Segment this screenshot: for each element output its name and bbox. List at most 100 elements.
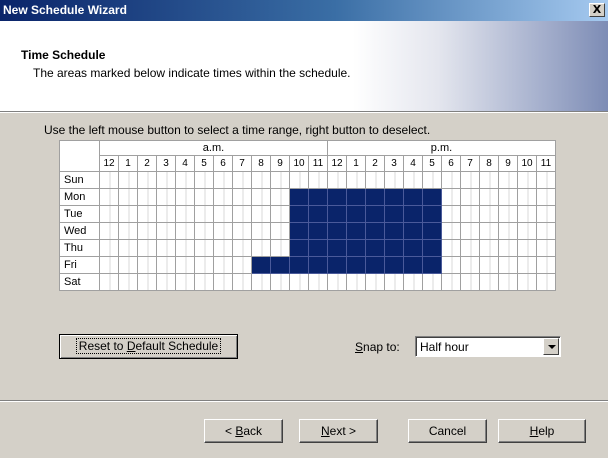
- schedule-cell[interactable]: [118, 256, 138, 274]
- schedule-cell[interactable]: [517, 273, 537, 291]
- schedule-cell[interactable]: [137, 188, 157, 206]
- schedule-cell[interactable]: [308, 256, 328, 274]
- hour-label[interactable]: 7: [232, 155, 252, 172]
- schedule-cell[interactable]: [346, 171, 366, 189]
- schedule-cell[interactable]: [308, 239, 328, 257]
- hour-label[interactable]: 11: [308, 155, 328, 172]
- schedule-cell[interactable]: [441, 239, 461, 257]
- hour-label[interactable]: 11: [536, 155, 556, 172]
- schedule-cell[interactable]: [403, 188, 423, 206]
- schedule-cell[interactable]: [498, 239, 518, 257]
- day-label[interactable]: Sun: [59, 171, 100, 189]
- hour-label[interactable]: 3: [384, 155, 404, 172]
- schedule-cell[interactable]: [441, 205, 461, 223]
- schedule-cell[interactable]: [441, 273, 461, 291]
- schedule-cell[interactable]: [213, 256, 233, 274]
- schedule-cell[interactable]: [422, 256, 442, 274]
- hour-label[interactable]: 5: [194, 155, 214, 172]
- schedule-cell[interactable]: [232, 273, 252, 291]
- schedule-cell[interactable]: [479, 222, 499, 240]
- schedule-cell[interactable]: [251, 256, 271, 274]
- schedule-cell[interactable]: [156, 205, 176, 223]
- schedule-cell[interactable]: [403, 273, 423, 291]
- schedule-cell[interactable]: [346, 205, 366, 223]
- schedule-cell[interactable]: [479, 256, 499, 274]
- schedule-cell[interactable]: [327, 205, 347, 223]
- schedule-cell[interactable]: [232, 222, 252, 240]
- schedule-cell[interactable]: [137, 239, 157, 257]
- schedule-cell[interactable]: [270, 188, 290, 206]
- hour-label[interactable]: 9: [498, 155, 518, 172]
- schedule-cell[interactable]: [365, 171, 385, 189]
- day-label[interactable]: Wed: [59, 222, 100, 240]
- schedule-cell[interactable]: [460, 239, 480, 257]
- back-button[interactable]: < Back: [204, 419, 283, 443]
- schedule-cell[interactable]: [365, 188, 385, 206]
- cancel-button[interactable]: Cancel: [408, 419, 487, 443]
- schedule-cell[interactable]: [194, 188, 214, 206]
- schedule-grid[interactable]: a.m. p.m. 12 1 2 3 4 5 6 7 8 9 10 11 12 1 2 3 4 5 6 7 8 9 10 11…: [59, 140, 556, 291]
- schedule-cell[interactable]: [536, 273, 556, 291]
- schedule-cell[interactable]: [99, 273, 119, 291]
- schedule-cell[interactable]: [422, 222, 442, 240]
- schedule-cell[interactable]: [175, 239, 195, 257]
- schedule-cell[interactable]: [289, 222, 309, 240]
- schedule-cell[interactable]: [498, 273, 518, 291]
- hour-label[interactable]: 12: [99, 155, 119, 172]
- hour-label[interactable]: 10: [289, 155, 309, 172]
- schedule-cell[interactable]: [99, 171, 119, 189]
- schedule-cell[interactable]: [460, 171, 480, 189]
- schedule-cell[interactable]: [479, 205, 499, 223]
- schedule-cell[interactable]: [137, 273, 157, 291]
- schedule-cell[interactable]: [422, 239, 442, 257]
- schedule-cell[interactable]: [251, 222, 271, 240]
- schedule-cell[interactable]: [270, 239, 290, 257]
- help-button[interactable]: Help: [498, 419, 586, 443]
- schedule-cell[interactable]: [308, 222, 328, 240]
- schedule-cell[interactable]: [194, 205, 214, 223]
- schedule-cell[interactable]: [194, 171, 214, 189]
- schedule-cell[interactable]: [118, 188, 138, 206]
- schedule-cell[interactable]: [213, 188, 233, 206]
- schedule-cell[interactable]: [232, 239, 252, 257]
- schedule-cell[interactable]: [289, 171, 309, 189]
- schedule-cell[interactable]: [156, 256, 176, 274]
- schedule-cell[interactable]: [384, 205, 404, 223]
- schedule-cell[interactable]: [460, 205, 480, 223]
- schedule-cell[interactable]: [422, 205, 442, 223]
- schedule-cell[interactable]: [156, 273, 176, 291]
- schedule-cell[interactable]: [251, 188, 271, 206]
- next-button[interactable]: Next >: [299, 419, 378, 443]
- schedule-cell[interactable]: [517, 171, 537, 189]
- schedule-cell[interactable]: [327, 222, 347, 240]
- schedule-cell[interactable]: [137, 256, 157, 274]
- schedule-cell[interactable]: [232, 171, 252, 189]
- close-button[interactable]: X: [589, 3, 605, 17]
- schedule-cell[interactable]: [232, 205, 252, 223]
- schedule-cell[interactable]: [517, 188, 537, 206]
- schedule-cell[interactable]: [517, 256, 537, 274]
- schedule-cell[interactable]: [441, 188, 461, 206]
- day-label[interactable]: Tue: [59, 205, 100, 223]
- schedule-cell[interactable]: [251, 273, 271, 291]
- schedule-cell[interactable]: [365, 222, 385, 240]
- schedule-cell[interactable]: [137, 205, 157, 223]
- hour-label[interactable]: 7: [460, 155, 480, 172]
- schedule-cell[interactable]: [327, 239, 347, 257]
- schedule-cell[interactable]: [384, 171, 404, 189]
- schedule-cell[interactable]: [517, 205, 537, 223]
- schedule-cell[interactable]: [270, 256, 290, 274]
- schedule-cell[interactable]: [270, 222, 290, 240]
- schedule-cell[interactable]: [213, 171, 233, 189]
- schedule-cell[interactable]: [289, 188, 309, 206]
- schedule-cell[interactable]: [536, 205, 556, 223]
- schedule-cell[interactable]: [403, 171, 423, 189]
- schedule-cell[interactable]: [327, 171, 347, 189]
- schedule-cell[interactable]: [327, 188, 347, 206]
- schedule-cell[interactable]: [308, 273, 328, 291]
- schedule-cell[interactable]: [460, 188, 480, 206]
- schedule-cell[interactable]: [270, 273, 290, 291]
- schedule-cell[interactable]: [137, 171, 157, 189]
- schedule-cell[interactable]: [289, 256, 309, 274]
- schedule-cell[interactable]: [498, 171, 518, 189]
